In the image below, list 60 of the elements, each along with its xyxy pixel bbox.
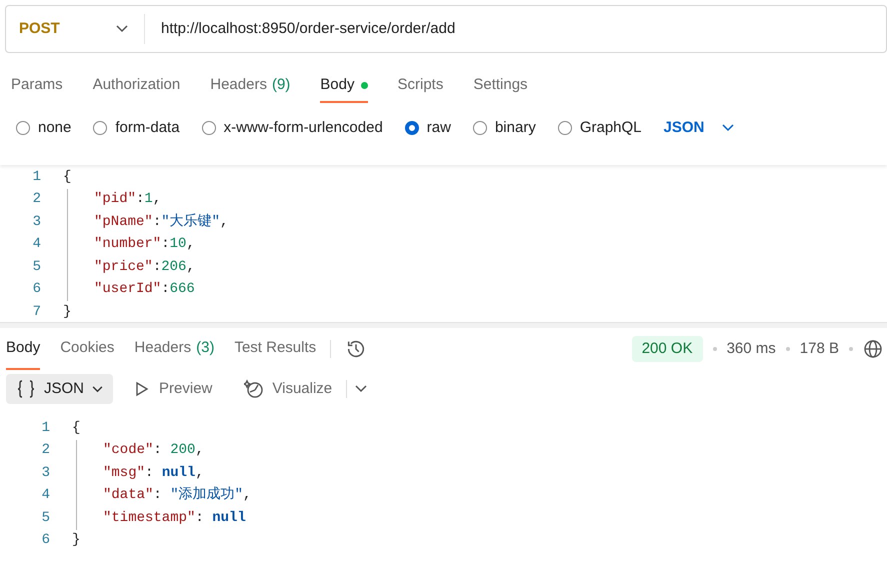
braces-icon xyxy=(16,380,36,398)
play-icon xyxy=(135,381,150,397)
code-line: "code": 200, xyxy=(103,441,204,460)
code-line: "timestamp": null xyxy=(103,508,246,528)
chevron-down-icon xyxy=(116,25,128,33)
request-tab[interactable]: Headers (9) xyxy=(210,75,290,103)
response-tab[interactable]: Body xyxy=(6,328,40,370)
code-line: } xyxy=(63,302,72,322)
view-option[interactable]: JSON xyxy=(6,374,114,404)
line-number: 7 xyxy=(32,302,41,322)
request-tab[interactable]: Scripts xyxy=(398,75,444,103)
body-type-radio[interactable]: GraphQL xyxy=(558,116,642,140)
line-number: 6 xyxy=(32,280,41,300)
code-line: "number":10, xyxy=(94,235,195,254)
request-tab[interactable]: Authorization xyxy=(92,75,180,103)
line-number: 4 xyxy=(40,486,50,506)
request-tab[interactable]: Body xyxy=(320,75,368,103)
sparkle-chart-icon xyxy=(244,379,264,399)
response-tab[interactable]: Cookies xyxy=(60,328,114,370)
code-line: { xyxy=(63,168,72,187)
chevron-down-icon xyxy=(92,386,104,392)
response-time: 360 ms xyxy=(726,338,776,359)
response-size: 178 B xyxy=(800,338,839,359)
status-badge: 200 OK xyxy=(632,336,703,362)
url-bar[interactable]: POST http://localhost:8950/order-service/order/add xyxy=(5,5,887,53)
line-number: 3 xyxy=(40,464,50,483)
line-number: 4 xyxy=(32,235,41,254)
code-line: "data": "添加成功", xyxy=(103,486,252,506)
body-type-radio[interactable]: x-www-form-urlencoded xyxy=(202,116,383,140)
code-line: } xyxy=(72,531,80,550)
body-type-radio[interactable]: binary xyxy=(472,116,536,140)
line-number: 2 xyxy=(32,190,41,210)
method-label: POST xyxy=(19,18,60,39)
line-number: 5 xyxy=(32,258,41,277)
line-number: 2 xyxy=(40,441,50,460)
method-dropdown[interactable]: POST xyxy=(6,14,145,44)
request-tab[interactable]: Params xyxy=(11,75,63,103)
code-line: { xyxy=(72,418,80,438)
response-tab[interactable]: Headers (3) xyxy=(134,328,214,370)
code-line: "price":206, xyxy=(94,258,195,277)
request-tab[interactable]: Settings xyxy=(473,75,528,103)
body-type-radio[interactable]: form-data xyxy=(93,116,180,140)
view-option[interactable]: Visualize xyxy=(234,374,342,404)
body-type-radio[interactable]: raw xyxy=(404,116,451,140)
code-line: "msg": null, xyxy=(103,464,204,483)
code-line: "pName":"大乐键", xyxy=(94,212,228,232)
chevron-down-icon[interactable] xyxy=(355,385,368,393)
chevron-down-icon xyxy=(722,124,734,132)
line-number: 3 xyxy=(32,212,41,232)
format-dropdown[interactable]: JSON xyxy=(664,116,734,140)
view-option[interactable]: Preview xyxy=(125,374,222,404)
response-tab[interactable]: Test Results xyxy=(234,328,316,370)
line-number: 1 xyxy=(40,418,50,438)
code-line: "userId":666 xyxy=(94,280,195,300)
line-number: 1 xyxy=(32,168,41,187)
globe-icon[interactable] xyxy=(863,339,883,359)
body-type-radio[interactable]: none xyxy=(16,116,72,140)
line-number: 5 xyxy=(40,508,50,528)
code-line: "pid":1, xyxy=(94,190,162,210)
line-number: 6 xyxy=(40,531,50,550)
